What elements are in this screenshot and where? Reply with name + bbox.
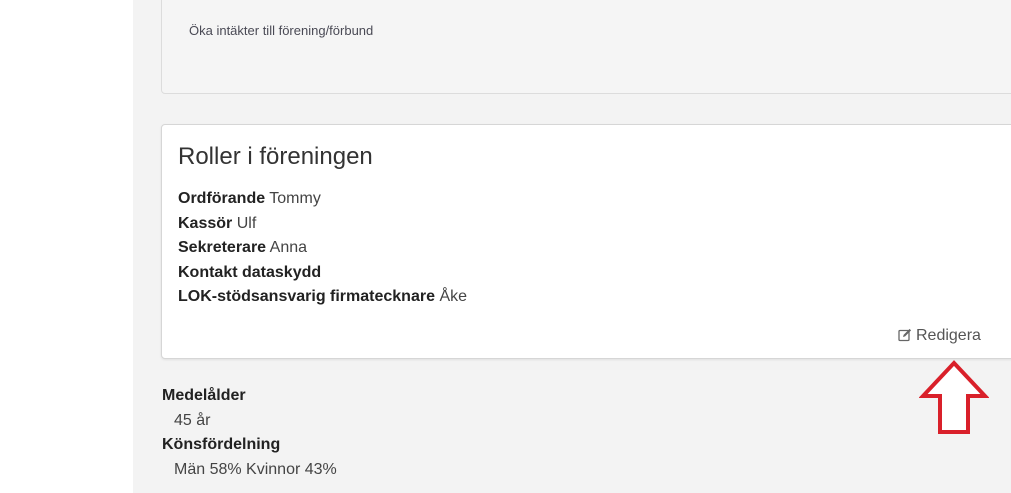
role-name: Ordförande [178, 190, 266, 207]
role-item-ordforande: Ordförande Tommy [178, 187, 467, 212]
main-content: Öka intäkter till förening/förbund Rolle… [133, 0, 1011, 493]
arrow-up-outline-icon [918, 360, 990, 441]
edit-roles-link[interactable]: Redigera [898, 327, 981, 345]
roles-panel: Roller i föreningen Ordförande Tommy Kas… [161, 124, 1011, 359]
role-name: Kassör [178, 214, 233, 232]
edit-label: Redigera [916, 327, 981, 344]
role-name: Kontakt dataskydd [178, 263, 322, 281]
role-name: Sekreterare [178, 239, 267, 256]
role-name: LOK-stödsansvarig firmatecknare [178, 288, 435, 305]
goal-panel: Öka intäkter till förening/förbund [161, 0, 1011, 94]
member-stats: Medelålder 45 år Könsfördelning Män 58% … [162, 384, 337, 482]
role-item-kontakt-dataskydd: Kontakt dataskydd [178, 261, 467, 286]
roles-list: Ordförande Tommy Kassör Ulf Sekreterare … [178, 187, 467, 310]
average-age-label: Medelålder [162, 387, 246, 404]
goal-text: Öka intäkter till förening/förbund [189, 23, 374, 38]
role-person: Åke [439, 288, 468, 305]
role-item-lok-stodsansvarig: LOK-stödsansvarig firmatecknare Åke [178, 285, 467, 310]
role-person: Tommy [269, 190, 321, 207]
gender-distribution-value: Män 58% Kvinnor 43% [174, 460, 337, 478]
role-person: Anna [269, 239, 308, 256]
gender-distribution-label: Könsfördelning [162, 436, 281, 453]
left-margin [0, 0, 133, 493]
role-item-kassor: Kassör Ulf [178, 212, 467, 237]
roles-title: Roller i föreningen [178, 143, 373, 170]
average-age-value: 45 år [174, 411, 211, 429]
edit-icon [898, 327, 916, 344]
role-item-sekreterare: Sekreterare Anna [178, 236, 467, 261]
role-person: Ulf [236, 214, 257, 232]
